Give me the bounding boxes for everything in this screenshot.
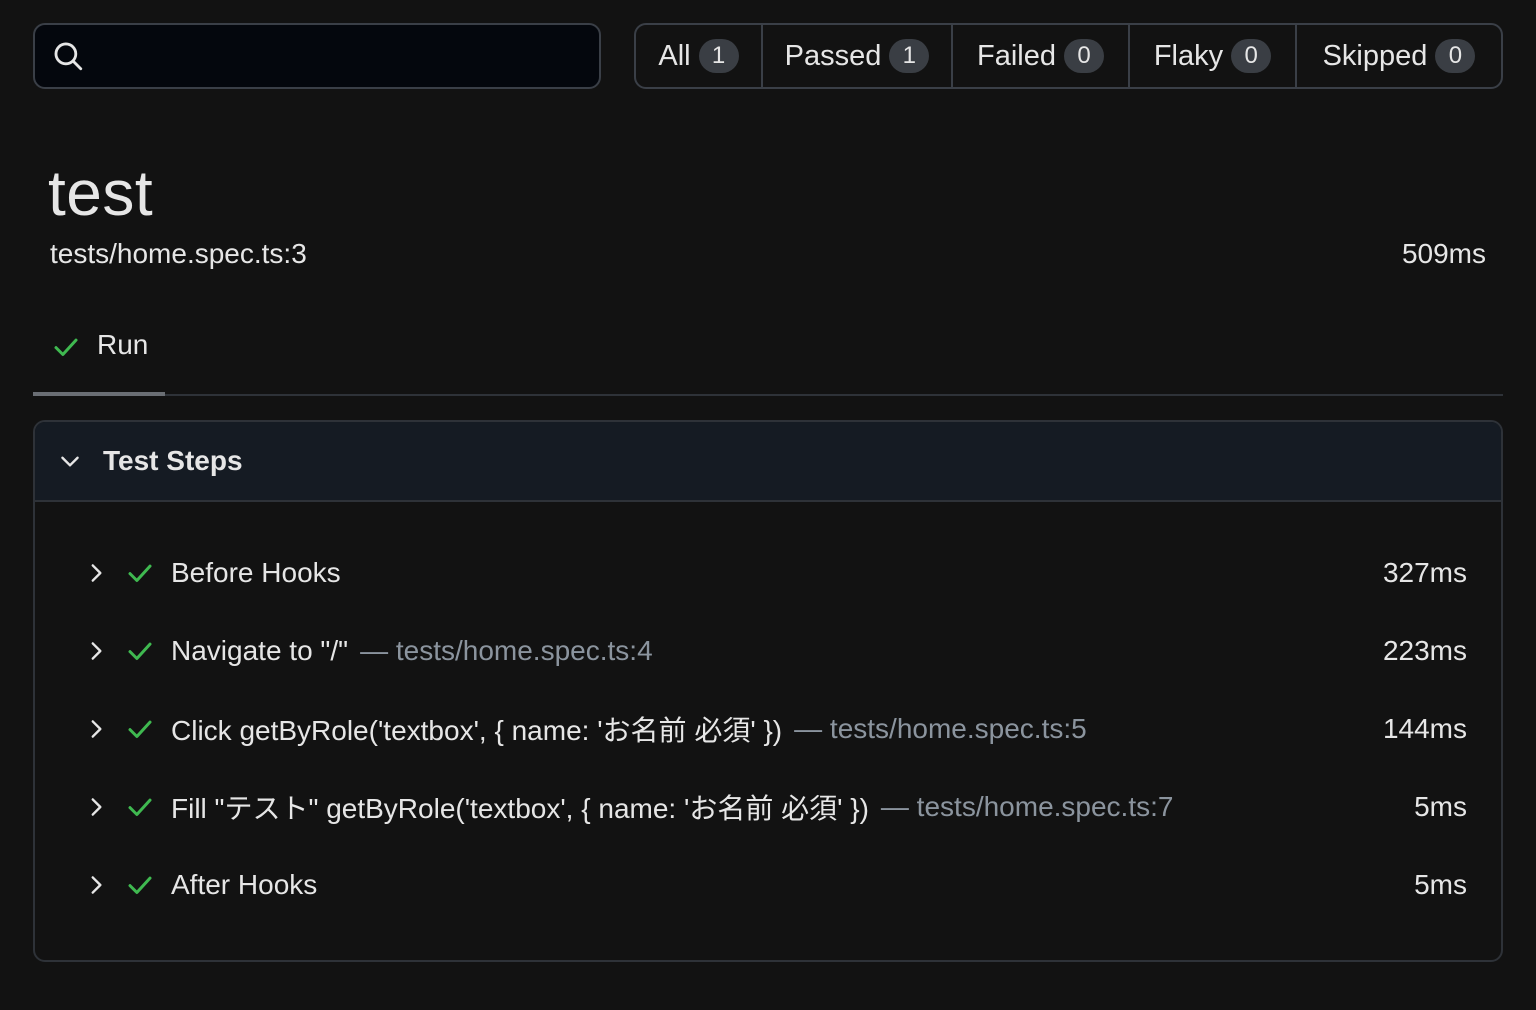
test-location: tests/home.spec.ts:3 (50, 238, 307, 269)
search-input[interactable] (85, 25, 599, 87)
check-icon (128, 564, 152, 582)
test-title: test (48, 157, 154, 229)
step-label: Navigate to "/" (171, 635, 349, 666)
chevron-down-icon (61, 456, 79, 467)
step-location[interactable]: — tests/home.spec.ts:7 (881, 791, 1174, 823)
step-row[interactable]: Click getByRole('textbox', { name: 'お名前 … (35, 690, 1501, 768)
step-label: Before Hooks (171, 557, 341, 588)
step-row[interactable]: Navigate to "/" — tests/home.spec.ts:4 2… (35, 612, 1501, 690)
filter-flaky[interactable]: Flaky 0 (1130, 25, 1297, 87)
chevron-right-icon (91, 876, 102, 894)
filter-all[interactable]: All 1 (636, 25, 763, 87)
step-row[interactable]: Before Hooks 327ms (35, 534, 1501, 612)
tab-label: Run (97, 329, 149, 360)
check-icon (128, 720, 152, 738)
run-tabs: Run (33, 320, 1503, 396)
step-label: After Hooks (171, 869, 318, 900)
search-box[interactable] (33, 23, 601, 89)
filter-label: Passed (784, 39, 882, 72)
filter-failed[interactable]: Failed 0 (953, 25, 1130, 87)
tab-run[interactable]: Run (33, 320, 165, 396)
test-steps-panel: Test Steps Before Hooks 327ms Navigate t… (33, 420, 1503, 962)
filter-count-badge: 0 (1435, 39, 1476, 73)
report-page: All 1 Passed 1 Failed 0 Flaky 0 Skipped … (0, 0, 1536, 1010)
step-location[interactable]: — tests/home.spec.ts:5 (794, 713, 1087, 745)
filter-label: Flaky (1153, 39, 1224, 72)
step-row[interactable]: Fill "テスト" getByRole('textbox', { name: … (35, 768, 1501, 846)
filter-count-badge: 0 (1064, 39, 1104, 73)
filter-count-badge: 0 (1231, 39, 1272, 73)
step-row[interactable]: After Hooks 5ms (35, 846, 1501, 924)
step-duration: 144ms (1382, 713, 1467, 744)
check-icon (54, 338, 78, 356)
check-icon (128, 798, 152, 816)
chevron-right-icon (91, 642, 102, 660)
check-icon (128, 642, 152, 660)
filter-skipped[interactable]: Skipped 0 (1297, 25, 1501, 87)
step-label: Click getByRole('textbox', { name: 'お名前 … (171, 715, 783, 746)
chevron-right-icon (91, 564, 102, 582)
step-duration: 5ms (1414, 869, 1467, 900)
step-duration: 223ms (1382, 635, 1467, 666)
filter-count-badge: 1 (889, 39, 930, 73)
step-location[interactable]: — tests/home.spec.ts:4 (360, 635, 653, 667)
filter-label: All (658, 39, 691, 72)
search-icon (54, 42, 83, 71)
step-duration: 5ms (1414, 791, 1467, 822)
step-label: Fill "テスト" getByRole('textbox', { name: … (171, 793, 869, 824)
check-icon (128, 876, 152, 894)
chevron-right-icon (91, 720, 102, 738)
test-duration: 509ms (1401, 238, 1486, 269)
test-steps-header[interactable]: Test Steps (35, 422, 1501, 502)
test-steps-title: Test Steps (103, 445, 243, 476)
step-duration: 327ms (1382, 557, 1467, 588)
status-filter-bar: All 1 Passed 1 Failed 0 Flaky 0 Skipped … (634, 23, 1503, 89)
filter-label: Skipped (1322, 39, 1428, 72)
filter-label: Failed (977, 39, 1056, 72)
steps-list: Before Hooks 327ms Navigate to "/" — tes… (35, 534, 1501, 924)
filter-count-badge: 1 (698, 39, 739, 73)
chevron-right-icon (91, 798, 102, 816)
filter-passed[interactable]: Passed 1 (763, 25, 953, 87)
